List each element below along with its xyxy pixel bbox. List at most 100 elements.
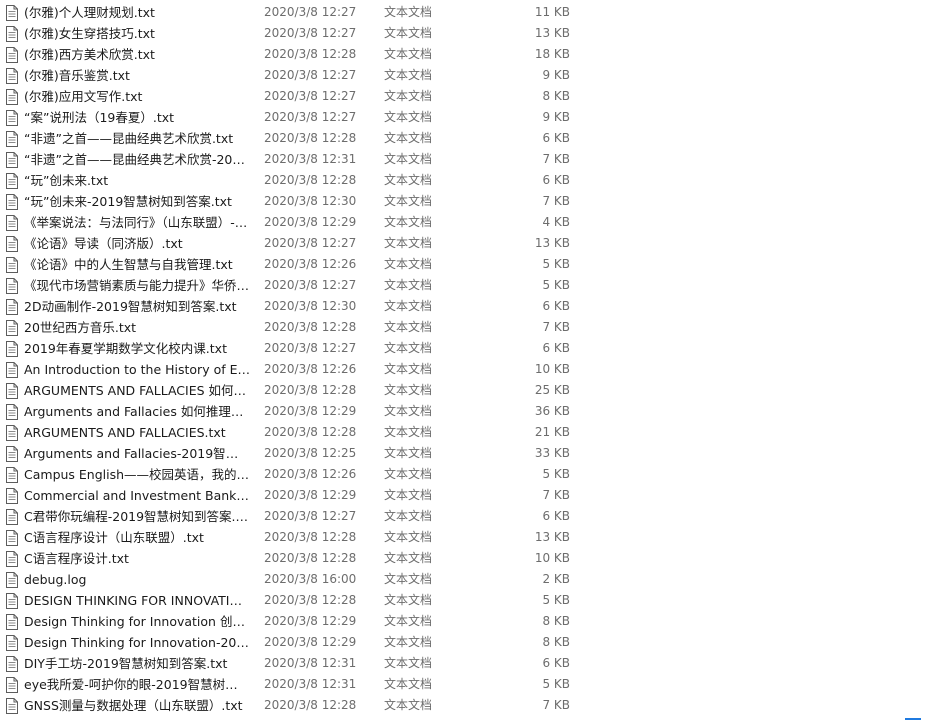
- file-row[interactable]: “非遗”之首——昆曲经典艺术欣赏.txt 2020/3/8 12:28 文本文档…: [0, 128, 925, 149]
- file-size: 7 KB: [542, 698, 570, 712]
- file-row[interactable]: DIY手工坊-2019智慧树知到答案.txt 2020/3/8 12:31 文本…: [0, 653, 925, 674]
- file-row[interactable]: Arguments and Fallacies 如何推理论证... 2020/3…: [0, 401, 925, 422]
- file-size: 5 KB: [542, 593, 570, 607]
- text-document-icon: [5, 152, 19, 168]
- file-row[interactable]: (尔雅)音乐鉴赏.txt 2020/3/8 12:27 文本文档 9 KB: [0, 65, 925, 86]
- file-type: 文本文档: [384, 425, 433, 439]
- file-name: eye我所爱-呵护你的眼-2019智慧树知到...: [24, 677, 250, 692]
- file-modified-date: 2020/3/8 12:29: [264, 635, 357, 649]
- file-row[interactable]: “玩”创未来-2019智慧树知到答案.txt 2020/3/8 12:30 文本…: [0, 191, 925, 212]
- file-row[interactable]: “案”说刑法（19春夏）.txt 2020/3/8 12:27 文本文档 9 K…: [0, 107, 925, 128]
- file-type: 文本文档: [384, 26, 433, 40]
- file-type: 文本文档: [384, 572, 433, 586]
- file-row[interactable]: ARGUMENTS AND FALLACIES 如何推... 2020/3/8 …: [0, 380, 925, 401]
- text-document-icon: [5, 635, 19, 651]
- file-type: 文本文档: [384, 446, 433, 460]
- file-name: debug.log: [24, 572, 87, 587]
- file-name: Arguments and Fallacies 如何推理论证...: [24, 404, 250, 419]
- file-name: 2D动画制作-2019智慧树知到答案.txt: [24, 299, 237, 314]
- text-document-icon: [5, 173, 19, 189]
- file-name: “案”说刑法（19春夏）.txt: [24, 110, 175, 125]
- file-size: 2 KB: [542, 572, 570, 586]
- file-modified-date: 2020/3/8 12:25: [264, 446, 357, 460]
- file-row[interactable]: GNSS测量与数据处理（山东联盟）.txt 2020/3/8 12:28 文本文…: [0, 695, 925, 716]
- file-size: 9 KB: [542, 110, 570, 124]
- file-type: 文本文档: [384, 194, 433, 208]
- file-type: 文本文档: [384, 551, 433, 565]
- file-name: “非遗”之首——昆曲经典艺术欣赏-2019...: [24, 152, 250, 167]
- file-size: 5 KB: [542, 278, 570, 292]
- file-size: 6 KB: [542, 656, 570, 670]
- text-document-icon: [5, 488, 19, 504]
- file-name: Campus English——校园英语，我的大...: [24, 467, 250, 482]
- file-modified-date: 2020/3/8 12:30: [264, 299, 357, 313]
- file-row[interactable]: C语言程序设计（山东联盟）.txt 2020/3/8 12:28 文本文档 13…: [0, 527, 925, 548]
- file-row[interactable]: Design Thinking for Innovation-2019... 2…: [0, 632, 925, 653]
- text-document-icon: [5, 278, 19, 294]
- file-size: 7 KB: [542, 152, 570, 166]
- file-name: 《论语》导读（同济版）.txt: [24, 236, 183, 251]
- file-name: “非遗”之首——昆曲经典艺术欣赏.txt: [24, 131, 234, 146]
- file-row[interactable]: debug.log 2020/3/8 16:00 文本文档 2 KB: [0, 569, 925, 590]
- file-row[interactable]: 20世纪西方音乐.txt 2020/3/8 12:28 文本文档 7 KB: [0, 317, 925, 338]
- file-name: Arguments and Fallacies-2019智慧树...: [24, 446, 250, 461]
- file-row[interactable]: Commercial and Investment Banking ... 20…: [0, 485, 925, 506]
- file-size: 13 KB: [534, 530, 570, 544]
- file-name: (尔雅)西方美术欣赏.txt: [24, 47, 155, 62]
- file-type: 文本文档: [384, 278, 433, 292]
- file-type: 文本文档: [384, 677, 433, 691]
- file-name: (尔雅)个人理财规划.txt: [24, 5, 155, 20]
- file-modified-date: 2020/3/8 12:28: [264, 593, 357, 607]
- file-row[interactable]: 《论语》导读（同济版）.txt 2020/3/8 12:27 文本文档 13 K…: [0, 233, 925, 254]
- file-row[interactable]: C君带你玩编程-2019智慧树知到答案.txt 2020/3/8 12:27 文…: [0, 506, 925, 527]
- file-size: 7 KB: [542, 320, 570, 334]
- file-modified-date: 2020/3/8 12:27: [264, 68, 357, 82]
- file-row[interactable]: DESIGN THINKING FOR INNOVATIO... 2020/3/…: [0, 590, 925, 611]
- file-row[interactable]: 《现代市场营销素质与能力提升》华侨大... 2020/3/8 12:27 文本文…: [0, 275, 925, 296]
- text-document-icon: [5, 362, 19, 378]
- file-size: 13 KB: [534, 236, 570, 250]
- file-size: 18 KB: [534, 47, 570, 61]
- file-row[interactable]: 《论语》中的人生智慧与自我管理.txt 2020/3/8 12:26 文本文档 …: [0, 254, 925, 275]
- text-document-icon: [5, 425, 19, 441]
- file-row[interactable]: (尔雅)女生穿搭技巧.txt 2020/3/8 12:27 文本文档 13 KB: [0, 23, 925, 44]
- text-document-icon: [5, 236, 19, 252]
- file-type: 文本文档: [384, 152, 433, 166]
- file-size: 33 KB: [534, 446, 570, 460]
- file-type: 文本文档: [384, 383, 433, 397]
- text-document-icon: [5, 257, 19, 273]
- file-row[interactable]: ARGUMENTS AND FALLACIES.txt 2020/3/8 12:…: [0, 422, 925, 443]
- file-row[interactable]: Campus English——校园英语，我的大... 2020/3/8 12:…: [0, 464, 925, 485]
- file-size: 7 KB: [542, 488, 570, 502]
- file-row[interactable]: (尔雅)个人理财规划.txt 2020/3/8 12:27 文本文档 11 KB: [0, 2, 925, 23]
- file-size: 10 KB: [534, 362, 570, 376]
- file-modified-date: 2020/3/8 12:29: [264, 614, 357, 628]
- file-type: 文本文档: [384, 215, 433, 229]
- file-row[interactable]: 2D动画制作-2019智慧树知到答案.txt 2020/3/8 12:30 文本…: [0, 296, 925, 317]
- file-modified-date: 2020/3/8 12:30: [264, 194, 357, 208]
- file-row[interactable]: Design Thinking for Innovation 创新... 202…: [0, 611, 925, 632]
- file-row[interactable]: C语言程序设计.txt 2020/3/8 12:28 文本文档 10 KB: [0, 548, 925, 569]
- file-row[interactable]: 《举案说法：与法同行》（山东联盟）-2... 2020/3/8 12:29 文本…: [0, 212, 925, 233]
- text-document-icon: [5, 614, 19, 630]
- file-row[interactable]: (尔雅)西方美术欣赏.txt 2020/3/8 12:28 文本文档 18 KB: [0, 44, 925, 65]
- file-name: ARGUMENTS AND FALLACIES 如何推...: [24, 383, 250, 398]
- file-modified-date: 2020/3/8 12:28: [264, 425, 357, 439]
- file-modified-date: 2020/3/8 12:28: [264, 173, 357, 187]
- file-modified-date: 2020/3/8 12:27: [264, 5, 357, 19]
- text-document-icon: [5, 530, 19, 546]
- file-name: “玩”创未来.txt: [24, 173, 109, 188]
- file-row[interactable]: (尔雅)应用文写作.txt 2020/3/8 12:27 文本文档 8 KB: [0, 86, 925, 107]
- file-row[interactable]: Arguments and Fallacies-2019智慧树... 2020/…: [0, 443, 925, 464]
- file-name: “玩”创未来-2019智慧树知到答案.txt: [24, 194, 232, 209]
- file-modified-date: 2020/3/8 12:27: [264, 509, 357, 523]
- file-row[interactable]: “玩”创未来.txt 2020/3/8 12:28 文本文档 6 KB: [0, 170, 925, 191]
- file-row[interactable]: eye我所爱-呵护你的眼-2019智慧树知到... 2020/3/8 12:31…: [0, 674, 925, 695]
- file-row[interactable]: 2019年春夏学期数学文化校内课.txt 2020/3/8 12:27 文本文档…: [0, 338, 925, 359]
- file-modified-date: 2020/3/8 12:27: [264, 89, 357, 103]
- file-size: 6 KB: [542, 341, 570, 355]
- file-row[interactable]: An Introduction to the History of Eng...…: [0, 359, 925, 380]
- file-name: Commercial and Investment Banking ...: [24, 488, 250, 503]
- text-document-icon: [5, 194, 19, 210]
- file-row[interactable]: “非遗”之首——昆曲经典艺术欣赏-2019... 2020/3/8 12:31 …: [0, 149, 925, 170]
